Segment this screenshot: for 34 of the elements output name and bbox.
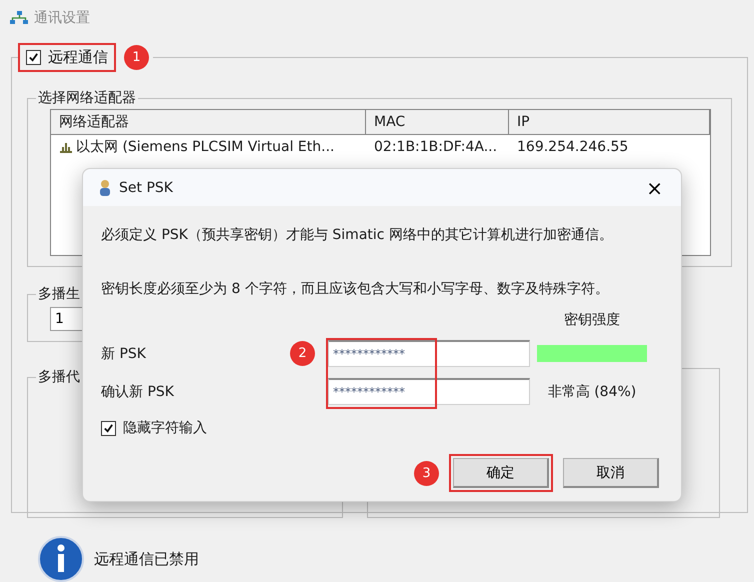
remote-checkbox-label[interactable]: 远程通信 xyxy=(18,43,116,72)
step-badge: 2 xyxy=(290,341,315,366)
step-badge: 1 xyxy=(124,45,149,70)
table-row[interactable]: 以太网 (Siemens PLCSIM Virtual Eth... 02:1B:1B:DF:4A... 169.254.246.55 xyxy=(51,135,710,159)
column-header: 网络适配器 xyxy=(51,110,366,135)
table-cell-text: 169.254.246.55 xyxy=(516,139,630,155)
checkbox[interactable] xyxy=(101,420,116,436)
status-text: 远程通信已禁用 xyxy=(94,550,199,568)
requirement-text: 密钥长度必须至少为 8 个字符，而且应该包含大写和小写字母、数字及特殊字符。 xyxy=(101,280,610,299)
cancel-button[interactable]: 取消 xyxy=(563,458,659,488)
field-label: 新 PSK xyxy=(101,344,146,362)
info-icon xyxy=(38,536,84,582)
password-field[interactable]: ************ xyxy=(328,340,530,367)
group-title: 多播代 xyxy=(37,368,81,386)
hide-input-checkbox-label[interactable]: 隐藏字符输入 xyxy=(101,419,207,437)
password-field[interactable]: ************ xyxy=(328,378,530,405)
column-header: IP xyxy=(509,110,710,135)
strength-reading: 非常高 (84%) xyxy=(546,382,638,400)
group-title: 选择网络适配器 xyxy=(37,89,137,107)
intro-text: 必须定义 PSK（预共享密钥）才能与 Simatic 网络中的其它计算机进行加密通信。 xyxy=(101,226,614,245)
close-button[interactable]: × xyxy=(640,176,669,200)
network-icon xyxy=(10,10,28,24)
column-header: MAC xyxy=(366,110,509,135)
table-cell-text: 02:1B:1B:DF:4A... xyxy=(373,139,498,155)
dialog-title: Set PSK xyxy=(119,180,174,196)
step-badge: 3 xyxy=(414,460,439,486)
checkbox[interactable] xyxy=(26,50,41,65)
strength-label: 密钥强度 xyxy=(563,311,621,329)
group-title: 多播生 xyxy=(37,285,81,303)
network-adapter-icon xyxy=(59,140,73,154)
field-label: 确认新 PSK xyxy=(101,382,174,400)
table-cell: 以太网 (Siemens PLCSIM Virtual Eth... xyxy=(51,138,366,156)
window-title: 通讯设置 xyxy=(34,8,90,26)
ok-button[interactable]: 确定 xyxy=(453,458,549,488)
